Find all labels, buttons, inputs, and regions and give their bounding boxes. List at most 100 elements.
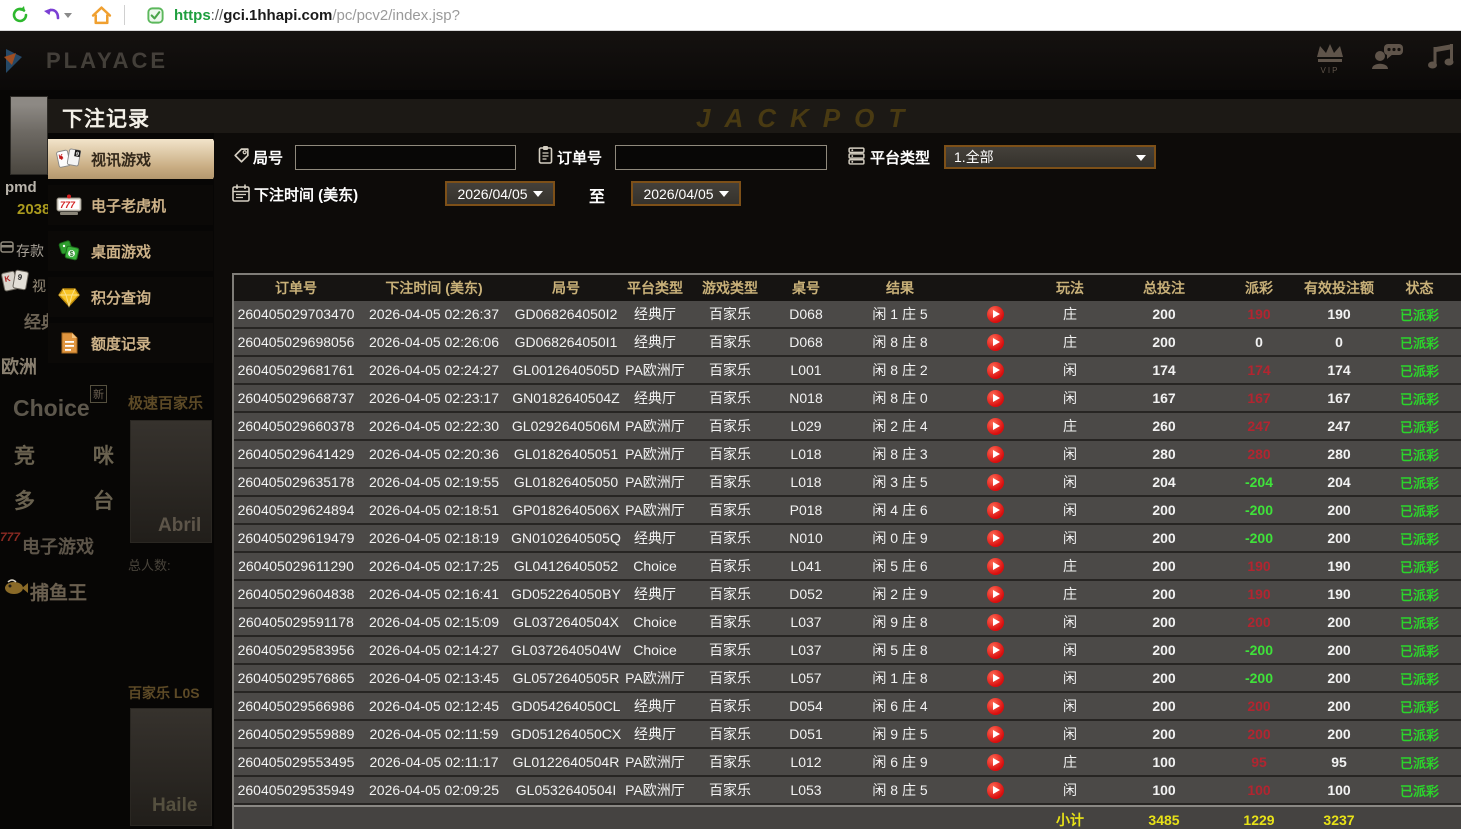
- reload-icon[interactable]: [9, 4, 31, 26]
- play-video-button[interactable]: [987, 726, 1004, 743]
- play-video-button[interactable]: [987, 446, 1004, 463]
- menu-label: 积分查询: [91, 287, 151, 308]
- cell-status: 已派彩: [1378, 501, 1461, 520]
- cell-bet-time: 2026-04-05 02:11:17: [358, 754, 510, 770]
- cell-game-type: 百家乐: [688, 612, 772, 632]
- cell-bet-time: 2026-04-05 02:17:25: [358, 558, 510, 574]
- play-video-button[interactable]: [987, 334, 1004, 351]
- cell-total-bet: 260: [1110, 418, 1218, 434]
- deposit-icon: [0, 240, 14, 254]
- cell-order-no: 260405029635178: [234, 474, 358, 490]
- cell-valid-bet: 200: [1300, 698, 1378, 714]
- play-video-button[interactable]: [987, 642, 1004, 659]
- deposit-label: 存款: [16, 241, 44, 261]
- play-video-button[interactable]: [987, 586, 1004, 603]
- cell-order-no: 260405029619479: [234, 530, 358, 546]
- play-icon: [993, 702, 1000, 710]
- cell-bet-time: 2026-04-05 02:11:59: [358, 726, 510, 742]
- divider: [124, 5, 125, 25]
- platform-type-select[interactable]: 1.全部: [944, 145, 1156, 169]
- menu-item-table-games[interactable]: $ 桌面游戏: [48, 231, 213, 271]
- cell-status: 已派彩: [1378, 557, 1461, 576]
- play-video-button[interactable]: [987, 558, 1004, 575]
- cell-valid-bet: 280: [1300, 446, 1378, 462]
- play-video-button[interactable]: [987, 474, 1004, 491]
- cell-game-type: 百家乐: [688, 444, 772, 464]
- date-to-select[interactable]: 2026/04/05: [631, 181, 741, 206]
- cell-status: 已派彩: [1378, 613, 1461, 632]
- cell-play-method: 闲: [1030, 780, 1110, 800]
- play-video-button[interactable]: [987, 698, 1004, 715]
- play-icon: [993, 758, 1000, 766]
- vip-icon[interactable]: VIP: [1313, 41, 1347, 75]
- playace-logo-icon: [2, 43, 38, 79]
- cell-payout: 190: [1218, 558, 1300, 574]
- cell-replay: [960, 585, 1030, 603]
- chevron-down-icon: [719, 191, 729, 197]
- menu-item-quota-records[interactable]: 额度记录: [48, 323, 213, 363]
- cell-bet-time: 2026-04-05 02:13:45: [358, 670, 510, 686]
- cell-platform: PA欧洲厅: [622, 668, 688, 688]
- cell-platform: PA欧洲厅: [622, 500, 688, 520]
- music-icon[interactable]: [1427, 41, 1455, 76]
- play-video-button[interactable]: [987, 614, 1004, 631]
- play-video-button[interactable]: [987, 782, 1004, 799]
- url-domain: gci.1hhapi.com: [223, 7, 332, 24]
- cell-game-type: 百家乐: [688, 780, 772, 800]
- cell-table-no: P018: [772, 502, 840, 518]
- play-video-button[interactable]: [987, 670, 1004, 687]
- col-header: 总投注: [1110, 278, 1218, 298]
- url-field[interactable]: https://gci.1hhapi.com/pc/pcv2/index.jsp…: [174, 7, 460, 24]
- video-menu-label: 视: [32, 276, 46, 296]
- play-video-button[interactable]: [987, 390, 1004, 407]
- cell-result: 闲 2 庄 9: [840, 584, 960, 604]
- menu-item-video-games[interactable]: K9 视讯游戏: [48, 139, 222, 179]
- cell-order-no: 260405029668737: [234, 390, 358, 406]
- customer-service-icon[interactable]: [1369, 41, 1405, 76]
- cell-order-no: 260405029611290: [234, 558, 358, 574]
- game-no-input[interactable]: [295, 145, 516, 170]
- security-shield-icon[interactable]: [144, 4, 166, 26]
- cell-platform: Choice: [622, 614, 688, 630]
- cell-play-method: 闲: [1030, 444, 1110, 464]
- menu-item-slots[interactable]: 777 电子老虎机: [48, 185, 213, 225]
- home-icon[interactable]: [90, 4, 112, 26]
- play-video-button[interactable]: [987, 306, 1004, 323]
- cell-game-no: GL0372640504W: [510, 642, 622, 658]
- undo-dropdown-caret[interactable]: [64, 13, 72, 18]
- cell-bet-time: 2026-04-05 02:15:09: [358, 614, 510, 630]
- cell-valid-bet: 200: [1300, 642, 1378, 658]
- play-video-button[interactable]: [987, 502, 1004, 519]
- menu-item-points[interactable]: 积分查询: [48, 277, 213, 317]
- cell-bet-time: 2026-04-05 02:12:45: [358, 698, 510, 714]
- play-video-button[interactable]: [987, 418, 1004, 435]
- cell-bet-time: 2026-04-05 02:23:17: [358, 390, 510, 406]
- date-from-select[interactable]: 2026/04/05: [445, 181, 555, 206]
- cell-valid-bet: 190: [1300, 558, 1378, 574]
- order-no-input[interactable]: [615, 145, 827, 170]
- cell-order-no: 260405029566986: [234, 698, 358, 714]
- cell-valid-bet: 100: [1300, 782, 1378, 798]
- cell-valid-bet: 200: [1300, 502, 1378, 518]
- date-to-value: 2026/04/05: [643, 186, 713, 202]
- cell-total-bet: 100: [1110, 754, 1218, 770]
- table-row: 260405029611290 2026-04-05 02:17:25 GL04…: [234, 553, 1461, 581]
- cell-table-no: L029: [772, 418, 840, 434]
- menu-label: 桌面游戏: [91, 241, 151, 262]
- cell-total-bet: 200: [1110, 614, 1218, 630]
- cell-order-no: 260405029703470: [234, 306, 358, 322]
- cell-bet-time: 2026-04-05 02:18:19: [358, 530, 510, 546]
- undo-icon[interactable]: [40, 4, 74, 26]
- cell-result: 闲 8 庄 5: [840, 780, 960, 800]
- cell-replay: [960, 641, 1030, 659]
- play-video-button[interactable]: [987, 530, 1004, 547]
- play-video-button[interactable]: [987, 754, 1004, 771]
- play-video-button[interactable]: [987, 362, 1004, 379]
- cell-play-method: 闲: [1030, 668, 1110, 688]
- cell-total-bet: 200: [1110, 334, 1218, 350]
- electronic-games-label: 电子游戏: [22, 533, 94, 559]
- play-icon: [993, 618, 1000, 626]
- cell-status: 已派彩: [1378, 669, 1461, 688]
- table-row: 260405029624894 2026-04-05 02:18:51 GP01…: [234, 497, 1461, 525]
- play-icon: [993, 646, 1000, 654]
